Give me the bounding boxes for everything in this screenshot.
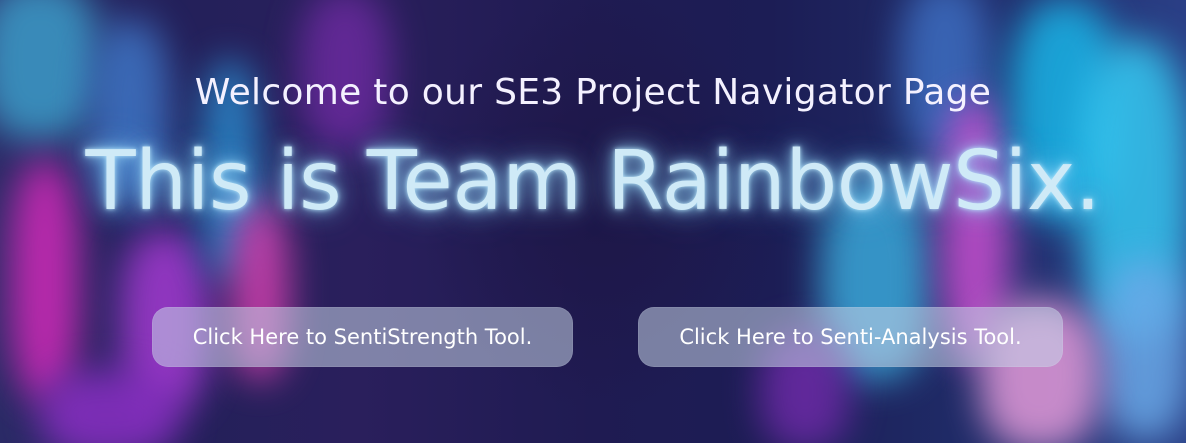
hero-section: Welcome to our SE3 Project Navigator Pag… xyxy=(0,0,1186,443)
sentistrength-tool-button[interactable]: Click Here to SentiStrength Tool. xyxy=(152,307,573,367)
team-glow-title: This is Team RainbowSix. xyxy=(85,134,1101,229)
welcome-heading: Welcome to our SE3 Project Navigator Pag… xyxy=(194,72,992,113)
senti-analysis-tool-button[interactable]: Click Here to Senti-Analysis Tool. xyxy=(638,307,1063,367)
